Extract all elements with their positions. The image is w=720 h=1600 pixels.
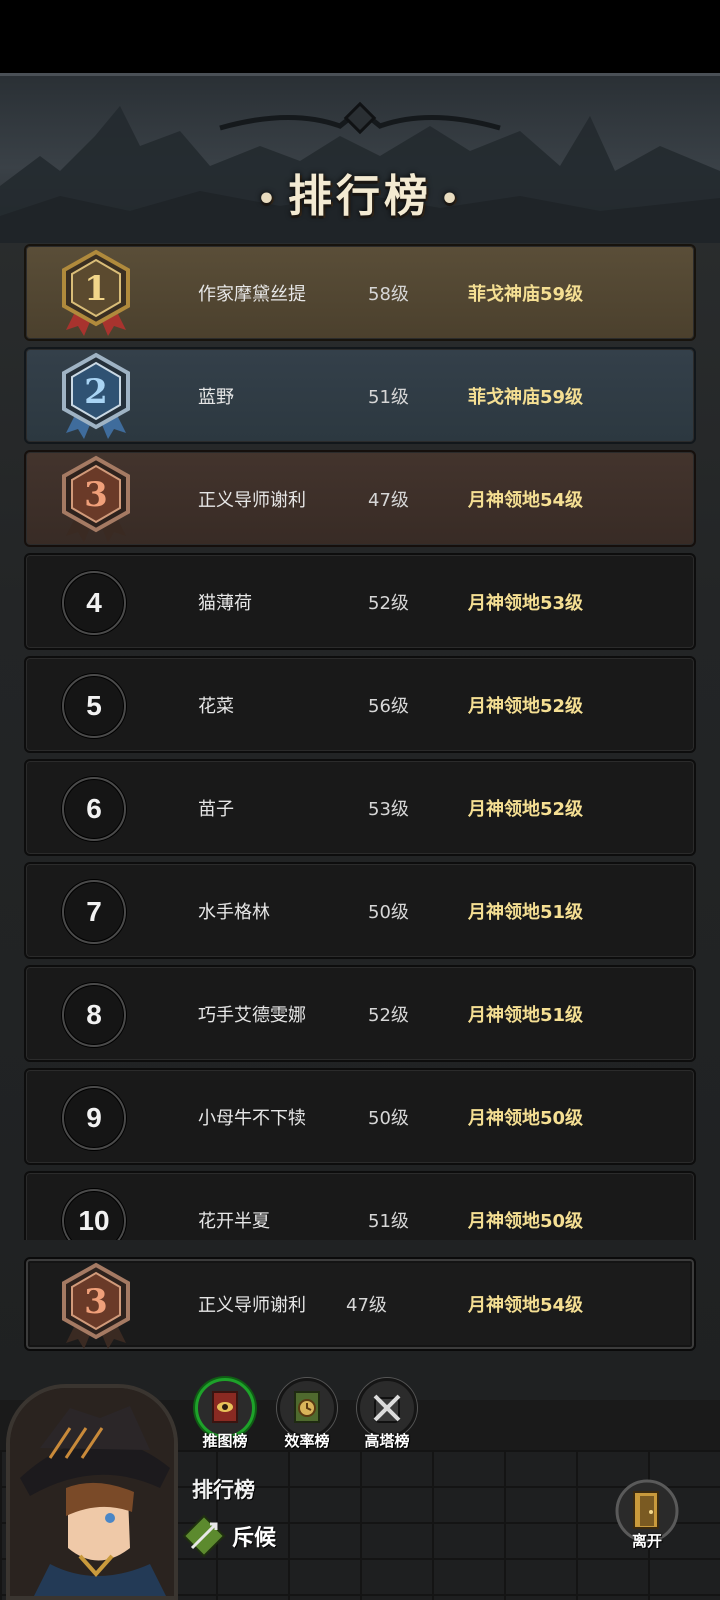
medal-number: 3 <box>84 1282 108 1322</box>
ranking-row[interactable]: 6 苗子 53级 月神领地52级 <box>24 759 696 856</box>
player-stage: 月神领地51级 <box>468 1005 584 1026</box>
rank-number-badge: 7 <box>62 880 126 944</box>
player-level: 53级 <box>368 799 409 820</box>
player-level: 52级 <box>368 1005 409 1026</box>
gold-rank-medal-icon: 1 <box>62 249 130 336</box>
player-level: 58级 <box>368 284 409 305</box>
player-name: 水手格林 <box>198 902 270 923</box>
tab-label: 高塔榜 <box>364 1432 410 1450</box>
player-name: 作家摩黛丝提 <box>198 284 306 305</box>
player-stage: 月神领地54级 <box>468 490 584 511</box>
tab-tower-ranking[interactable]: 高塔榜 <box>354 1378 420 1450</box>
player-stage: 月神领地52级 <box>468 799 584 820</box>
tab-label: 效率榜 <box>284 1432 330 1450</box>
ranking-row[interactable]: 9 小母牛不下犊 50级 月神领地50级 <box>24 1068 696 1165</box>
player-level: 56级 <box>368 696 409 717</box>
banner-clock-icon <box>277 1378 337 1438</box>
player-name: 花开半夏 <box>198 1211 270 1232</box>
ranking-row[interactable]: 5 花菜 56级 月神领地52级 <box>24 656 696 753</box>
title-dot-icon: • <box>256 182 280 217</box>
page-title-text: 排行榜 <box>288 171 432 222</box>
rank-number-badge: 9 <box>62 1086 126 1150</box>
player-name: 猫薄荷 <box>198 593 252 614</box>
page-title: • 排行榜 • <box>0 160 720 224</box>
player-level: 51级 <box>368 1211 409 1232</box>
hero-portrait[interactable] <box>6 1384 178 1600</box>
hero-portrait-illustration <box>10 1388 174 1596</box>
title-dot-icon: • <box>440 182 464 217</box>
player-level: 47级 <box>368 490 409 511</box>
ranking-row[interactable]: 7 水手格林 50级 月神领地51级 <box>24 862 696 959</box>
player-name: 苗子 <box>198 799 234 820</box>
bronze-rank-medal-icon: 3 <box>62 1262 130 1349</box>
player-stage: 菲戈神庙59级 <box>468 387 584 408</box>
tab-progress-ranking[interactable]: 推图榜 <box>192 1378 258 1450</box>
medal-number: 1 <box>84 269 108 309</box>
player-level: 52级 <box>368 593 409 614</box>
ranking-row[interactable]: 3 正义导师谢利 47级 月神领地54级 <box>24 450 696 547</box>
scout-class-icon <box>182 1514 226 1558</box>
tab-efficiency-ranking[interactable]: 效率榜 <box>274 1378 340 1450</box>
player-name: 巧手艾德雯娜 <box>198 1005 306 1026</box>
player-level: 50级 <box>368 902 409 923</box>
ranking-row[interactable]: 4 猫薄荷 52级 月神领地53级 <box>24 553 696 650</box>
bronze-rank-medal-icon: 3 <box>62 455 130 542</box>
rank-number-badge: 5 <box>62 674 126 738</box>
player-level: 51级 <box>368 387 409 408</box>
player-stage: 月神领地50级 <box>468 1108 584 1129</box>
footer-title: 排行榜 <box>192 1478 255 1502</box>
medal-number: 3 <box>84 475 108 515</box>
ranking-list[interactable]: 1 作家摩黛丝提 58级 菲戈神庙59级 2 蓝野 51级 菲戈神庙59级 3 … <box>24 244 696 1240</box>
ranking-row[interactable]: 10 花开半夏 51级 月神领地50级 <box>24 1171 696 1240</box>
title-ornament <box>219 101 501 135</box>
player-name: 花菜 <box>198 696 234 717</box>
player-stage: 菲戈神庙59级 <box>468 284 584 305</box>
ranking-row[interactable]: 8 巧手艾德雯娜 52级 月神领地51级 <box>24 965 696 1062</box>
player-name: 小母牛不下犊 <box>198 1108 306 1129</box>
hero-class-label: 斥候 <box>232 1526 277 1551</box>
rank-number-badge: 8 <box>62 983 126 1047</box>
banner-eye-icon <box>195 1378 255 1438</box>
my-stage: 月神领地54级 <box>468 1295 584 1316</box>
status-bar <box>0 0 720 73</box>
my-rank-row: 3 正义导师谢利 47级 月神领地54级 <box>24 1257 696 1351</box>
tab-label: 推图榜 <box>202 1432 248 1450</box>
crossed-swords-icon <box>357 1378 417 1438</box>
medal-number: 2 <box>84 372 108 412</box>
ranking-row[interactable]: 1 作家摩黛丝提 58级 菲戈神庙59级 <box>24 244 696 341</box>
player-name: 蓝野 <box>198 387 234 408</box>
player-name: 正义导师谢利 <box>198 490 306 511</box>
player-stage: 月神领地53级 <box>468 593 584 614</box>
my-name: 正义导师谢利 <box>198 1295 306 1316</box>
rank-number-badge: 6 <box>62 777 126 841</box>
silver-rank-medal-icon: 2 <box>62 352 130 439</box>
rank-number-badge: 4 <box>62 571 126 635</box>
player-stage: 月神领地52级 <box>468 696 584 717</box>
my-level: 47级 <box>346 1295 387 1316</box>
player-stage: 月神领地50级 <box>468 1211 584 1232</box>
ranking-row[interactable]: 2 蓝野 51级 菲戈神庙59级 <box>24 347 696 444</box>
rank-number-badge: 10 <box>62 1189 126 1240</box>
player-level: 50级 <box>368 1108 409 1129</box>
exit-button-label[interactable]: 离开 <box>614 1530 680 1551</box>
player-stage: 月神领地51级 <box>468 902 584 923</box>
